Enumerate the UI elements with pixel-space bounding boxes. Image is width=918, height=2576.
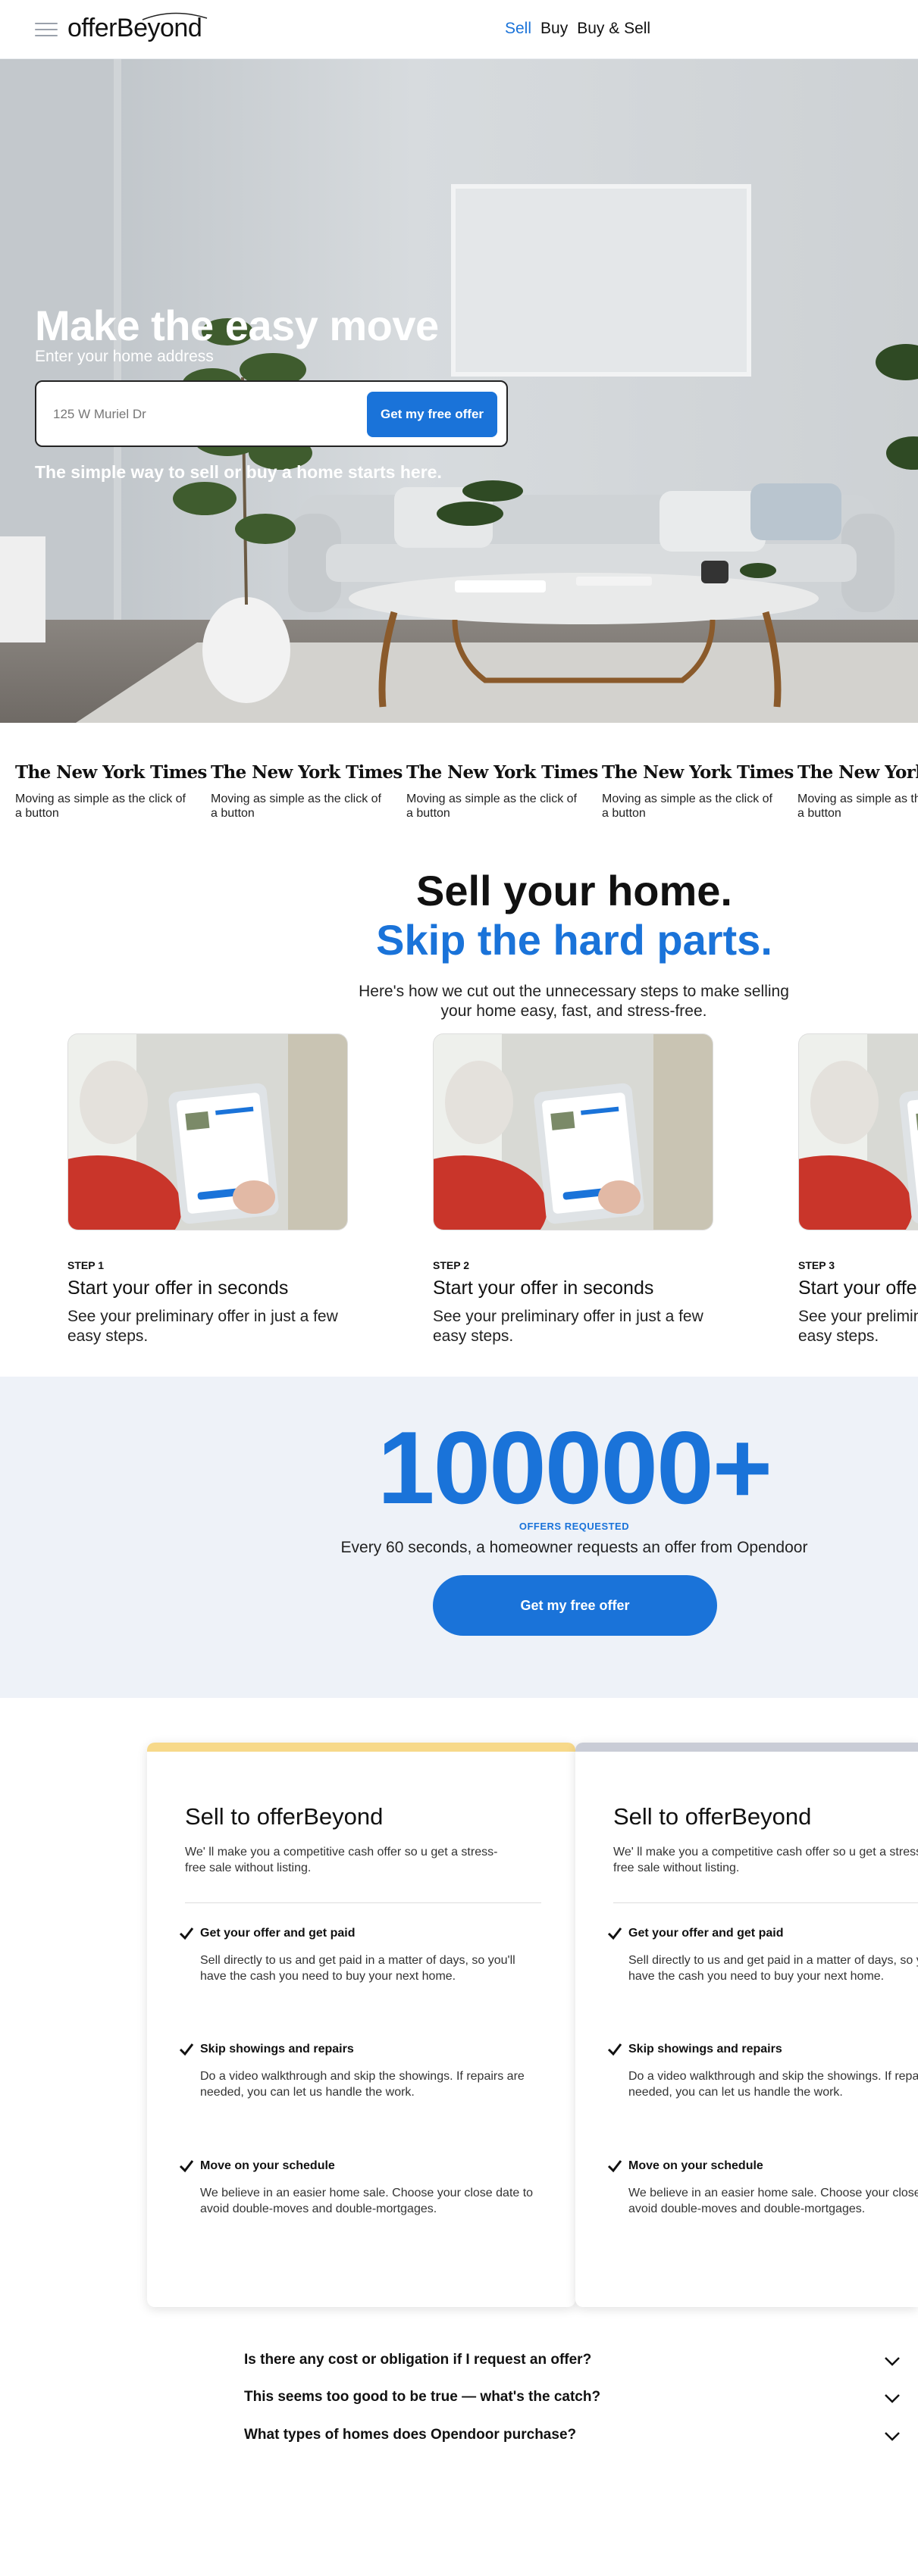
hamburger-menu-icon[interactable] (35, 21, 58, 38)
step-card: STEP 3 Start your offer in seconds See y… (798, 1033, 918, 1346)
step-image (798, 1033, 918, 1230)
press-item: The New York Times Moving as simple as t… (602, 762, 794, 821)
press-quote: Moving as simple as the click of a butto… (211, 792, 381, 820)
feature-text: We believe in an easier home sale. Choos… (200, 2187, 534, 2215)
press-quote: Moving as simple as the click of a butto… (797, 792, 918, 820)
nav-sell[interactable]: Sell (505, 20, 531, 38)
step-title: Start your offer in seconds (67, 1277, 289, 1299)
feature-text: We believe in an easier home sale. Choos… (628, 2187, 918, 2215)
nav-buy[interactable]: Buy (540, 20, 568, 38)
check-icon (179, 2160, 194, 2173)
faq-question[interactable]: What types of homes does Opendoor purcha… (244, 2427, 576, 2443)
nyt-logo: The New York Times (15, 762, 207, 783)
nav-buy-and-sell[interactable]: Buy & Sell (577, 20, 650, 38)
card-accent-bar (575, 1743, 918, 1752)
card-divider (185, 1902, 541, 1903)
step-title: Start your offer in seconds (798, 1277, 918, 1299)
faq-question[interactable]: Is there any cost or obligation if I req… (244, 2352, 591, 2368)
check-icon (607, 2043, 622, 2056)
card-title: Sell to offerBeyond (185, 1803, 384, 1830)
step-card: STEP 1 Start your offer in seconds See y… (67, 1033, 348, 1346)
nyt-logo: The New York Times (211, 762, 403, 783)
nyt-logo: The New York Times (797, 762, 918, 783)
nyt-logo: The New York Times (406, 762, 598, 783)
step-card: STEP 2 Start your offer in seconds See y… (433, 1033, 713, 1346)
offers-count: 100000+ (377, 1410, 772, 1525)
feature-text: Sell directly to us and get paid in a ma… (628, 1954, 918, 1983)
press-item: The New York Times Moving as simple as t… (406, 762, 598, 821)
feature-title: Skip showings and repairs (628, 2043, 782, 2055)
sell-card: Sell to offerBeyond We' ll make you a co… (147, 1743, 575, 2307)
offers-label: OFFERS REQUESTED (519, 1521, 630, 1532)
step-title: Start your offer in seconds (433, 1277, 654, 1299)
card-description: We' ll make you a competitive cash offer… (613, 1846, 918, 1874)
check-icon (179, 2043, 194, 2056)
step-image (433, 1033, 713, 1230)
chevron-down-icon[interactable] (884, 2393, 901, 2404)
feature-title: Skip showings and repairs (200, 2043, 354, 2055)
feature-text: Do a video walkthrough and skip the show… (200, 2070, 525, 2099)
get-offer-button-secondary[interactable]: Get my free offer (433, 1575, 717, 1636)
hero-title: Make the easy move (35, 302, 439, 349)
step-text: See your preliminary offer in just a few… (798, 1308, 918, 1345)
steps-description: Here's how we cut out the unnecessary st… (359, 983, 789, 1020)
sell-card: Sell to offerBeyond We' ll make you a co… (575, 1743, 918, 2307)
hero-tagline: The simple way to sell or buy a home sta… (35, 462, 442, 482)
steps-heading: Sell your home. (416, 867, 732, 914)
step-label: STEP 2 (433, 1259, 469, 1271)
step-label: STEP 1 (67, 1259, 104, 1271)
logo-swoosh-icon (142, 12, 208, 20)
feature-title: Move on your schedule (200, 2159, 335, 2172)
chevron-down-icon[interactable] (884, 2431, 901, 2442)
feature-text: Sell directly to us and get paid in a ma… (200, 1954, 515, 1983)
card-divider (613, 1902, 918, 1903)
feature-text: Do a video walkthrough and skip the show… (628, 2070, 918, 2099)
check-icon (607, 2160, 622, 2173)
step-image (67, 1033, 348, 1230)
step-label: STEP 3 (798, 1259, 835, 1271)
press-item: The New York Times Moving as simple as t… (15, 762, 207, 821)
press-item: The New York Times Moving as simple as t… (797, 762, 918, 821)
hero-section: Make the easy move Enter your home addre… (0, 59, 918, 723)
main-nav: Sell Buy Buy & Sell (505, 20, 650, 38)
stats-text: Every 60 seconds, a homeowner requests a… (340, 1539, 808, 1556)
get-offer-button[interactable]: Get my free offer (367, 392, 497, 437)
site-header: offerBeyond Sell Buy Buy & Sell (0, 0, 918, 59)
faq-question[interactable]: This seems too good to be true — what's … (244, 2389, 600, 2406)
chevron-down-icon[interactable] (884, 2356, 901, 2367)
step-text: See your preliminary offer in just a few… (67, 1308, 338, 1345)
feature-title: Get your offer and get paid (200, 1927, 356, 1940)
stats-section: 100000+ OFFERS REQUESTED Every 60 second… (0, 1377, 918, 1698)
card-description: We' ll make you a competitive cash offer… (185, 1846, 498, 1874)
feature-title: Get your offer and get paid (628, 1927, 784, 1940)
press-quote: Moving as simple as the click of a butto… (602, 792, 772, 820)
steps-heading-accent: Skip the hard parts. (376, 916, 772, 964)
press-quote: Moving as simple as the click of a butto… (15, 792, 186, 820)
press-item: The New York Times Moving as simple as t… (211, 762, 403, 821)
check-icon (179, 1927, 194, 1940)
step-text: See your preliminary offer in just a few… (433, 1308, 703, 1345)
card-accent-bar (147, 1743, 575, 1752)
card-title: Sell to offerBeyond (613, 1803, 812, 1830)
press-quote: Moving as simple as the click of a butto… (406, 792, 577, 820)
nyt-logo: The New York Times (602, 762, 794, 783)
address-input[interactable] (53, 402, 356, 427)
feature-title: Move on your schedule (628, 2159, 763, 2172)
hero-subtitle: Enter your home address (35, 348, 214, 365)
press-strip: The New York Times Moving as simple as t… (0, 723, 918, 853)
check-icon (607, 1927, 622, 1940)
address-form: Get my free offer (35, 380, 508, 447)
